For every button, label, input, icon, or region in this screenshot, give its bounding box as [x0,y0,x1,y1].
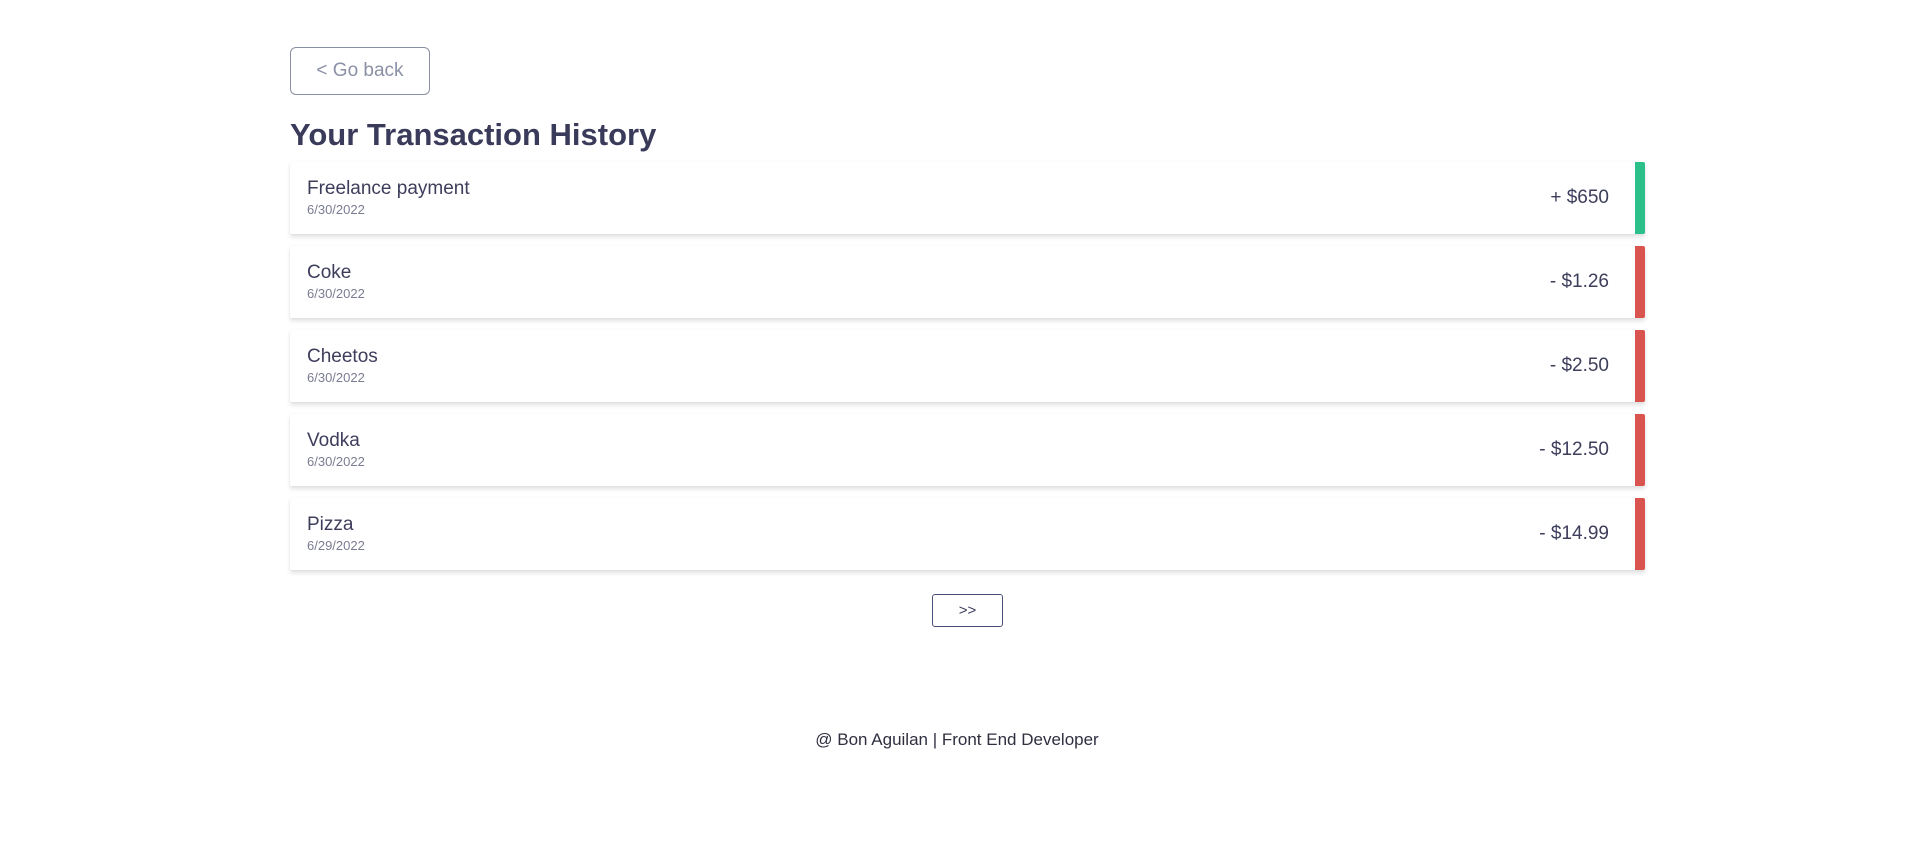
transaction-name: Freelance payment [307,178,470,200]
transaction-item[interactable]: Pizza 6/29/2022 - $14.99 [290,498,1645,570]
transaction-info: Freelance payment 6/30/2022 [307,178,470,217]
go-back-button[interactable]: < Go back [290,47,430,95]
pagination: >> [290,594,1645,627]
transaction-item[interactable]: Freelance payment 6/30/2022 + $650 [290,162,1645,234]
transaction-amount: - $1.26 [1549,271,1609,292]
transaction-date: 6/30/2022 [307,285,365,301]
transaction-date: 6/30/2022 [307,453,365,469]
transaction-amount: - $14.99 [1539,523,1609,544]
transaction-name: Pizza [307,514,354,536]
transaction-info: Pizza 6/29/2022 [307,514,365,553]
transaction-info: Vodka 6/30/2022 [307,430,365,469]
transaction-name: Cheetos [307,346,378,368]
transaction-amount: - $12.50 [1539,439,1609,460]
transaction-name: Vodka [307,430,360,452]
transaction-item[interactable]: Vodka 6/30/2022 - $12.50 [290,414,1645,486]
transaction-item[interactable]: Cheetos 6/30/2022 - $2.50 [290,330,1645,402]
transaction-date: 6/30/2022 [307,201,365,217]
footer-credit: @ Bon Aguilan | Front End Developer [815,730,1099,749]
transaction-info: Coke 6/30/2022 [307,262,365,301]
transaction-name: Coke [307,262,352,284]
next-page-button[interactable]: >> [932,594,1003,627]
transaction-date: 6/30/2022 [307,369,365,385]
page-title: Your Transaction History [290,117,657,152]
transaction-amount: - $2.50 [1549,355,1609,376]
transaction-history-page: < Go back Your Transaction History Freel… [290,47,1645,627]
transaction-amount: + $650 [1550,187,1609,208]
transaction-item[interactable]: Coke 6/30/2022 - $1.26 [290,246,1645,318]
transaction-list: Freelance payment 6/30/2022 + $650 Coke … [290,162,1645,570]
transaction-date: 6/29/2022 [307,537,365,553]
transaction-info: Cheetos 6/30/2022 [307,346,378,385]
